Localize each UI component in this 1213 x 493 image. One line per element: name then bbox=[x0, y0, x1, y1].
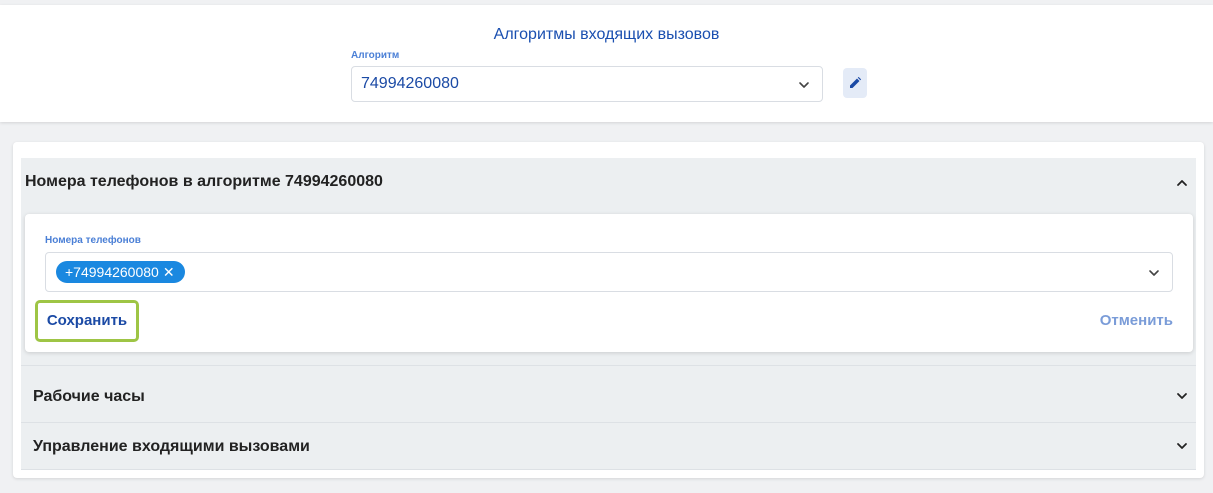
algorithm-value: 74994260080 bbox=[361, 75, 459, 92]
phone-chip: +74994260080 ✕ bbox=[56, 261, 185, 283]
panel-working-hours-title: Рабочие часы bbox=[33, 388, 145, 405]
panel-phones-title: Номера телефонов в алгоритме 74994260080 bbox=[25, 173, 383, 190]
cancel-button[interactable]: Отменить bbox=[1100, 312, 1173, 329]
panel-phones[interactable]: Номера телефонов в алгоритме 74994260080… bbox=[21, 158, 1196, 366]
phones-form: Номера телефонов +74994260080 ✕ Сохранить… bbox=[25, 214, 1193, 352]
phone-chip-label: +74994260080 bbox=[65, 264, 159, 280]
chevron-up-icon[interactable] bbox=[1174, 175, 1190, 191]
top-bar: Алгоритмы входящих вызовов Алгоритм 7499… bbox=[0, 5, 1213, 122]
panel-working-hours[interactable]: Рабочие часы bbox=[21, 365, 1196, 422]
panel-incoming-calls-title: Управление входящими вызовами bbox=[33, 438, 310, 455]
pencil-icon bbox=[850, 76, 862, 88]
phones-multiselect[interactable]: +74994260080 ✕ bbox=[45, 252, 1173, 292]
chevron-down-icon bbox=[1146, 265, 1162, 281]
edit-algorithm-button[interactable] bbox=[843, 68, 867, 98]
page-title: Алгоритмы входящих вызовов bbox=[493, 26, 720, 43]
settings-card: Номера телефонов в алгоритме 74994260080… bbox=[13, 142, 1204, 478]
close-icon[interactable]: ✕ bbox=[163, 264, 175, 280]
chevron-down-icon bbox=[796, 77, 812, 93]
algorithm-label: Алгоритм bbox=[351, 50, 400, 61]
chevron-down-icon[interactable] bbox=[1174, 438, 1190, 454]
save-button[interactable]: Сохранить bbox=[35, 300, 139, 342]
chevron-down-icon[interactable] bbox=[1174, 388, 1190, 404]
phones-field-label: Номера телефонов bbox=[45, 235, 141, 246]
algorithm-select[interactable]: 74994260080 bbox=[351, 66, 823, 102]
panel-incoming-calls[interactable]: Управление входящими вызовами bbox=[21, 422, 1196, 470]
